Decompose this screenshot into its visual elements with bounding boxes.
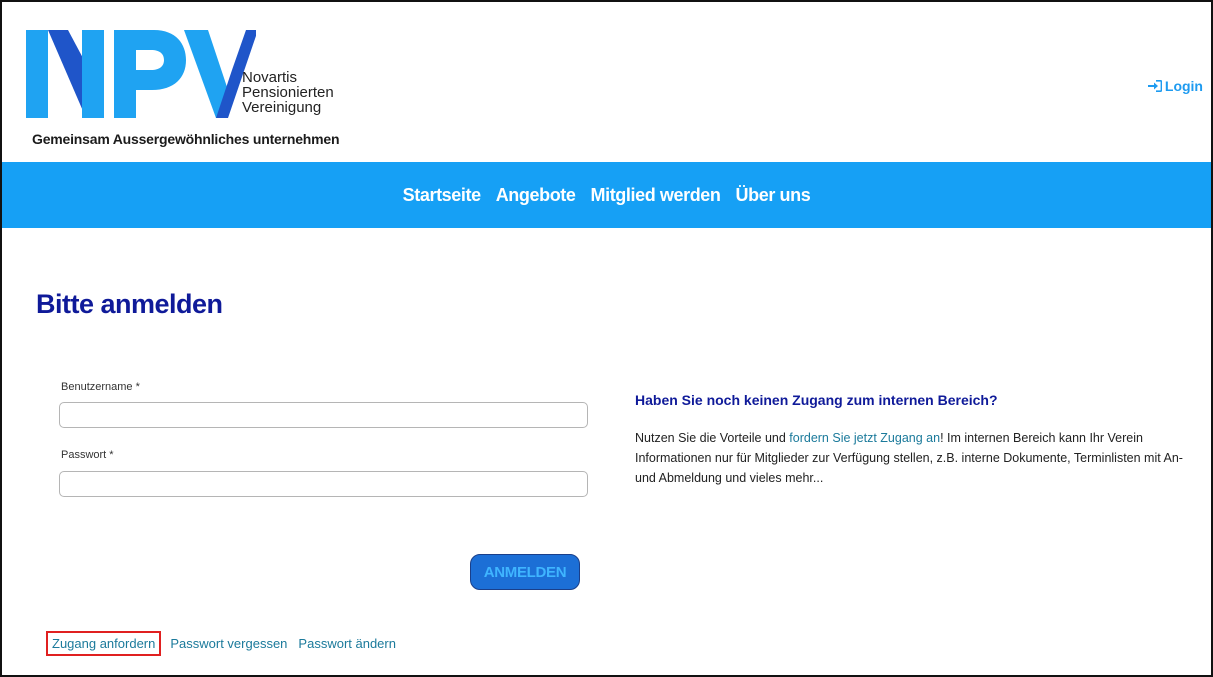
- logo-line-3: Vereinigung: [242, 99, 322, 116]
- login-submit-button[interactable]: ANMELDEN: [470, 554, 580, 590]
- access-info-panel: Haben Sie noch keinen Zugang zum interne…: [635, 392, 1195, 488]
- logo-tagline: Gemeinsam Aussergewöhnliches unternehmen: [32, 131, 340, 147]
- request-access-inline-link[interactable]: fordern Sie jetzt Zugang an: [789, 431, 940, 445]
- site-header: Novartis Pensionierten Vereinigung Gemei…: [2, 2, 1211, 162]
- access-info-heading: Haben Sie noch keinen Zugang zum interne…: [635, 392, 998, 408]
- login-label: Login: [1164, 78, 1203, 94]
- nav-item-angebote[interactable]: Angebote: [496, 185, 576, 206]
- npv-logo[interactable]: Novartis Pensionierten Vereinigung Gemei…: [26, 30, 356, 152]
- account-links: Zugang anfordern Passwort vergessen Pass…: [45, 631, 396, 656]
- forgot-password-link[interactable]: Passwort vergessen: [170, 636, 287, 651]
- request-access-link[interactable]: Zugang anfordern: [45, 631, 162, 656]
- password-input[interactable]: [59, 471, 588, 497]
- logo-wordmark: Novartis Pensionierten Vereinigung: [242, 70, 334, 115]
- page-title: Bitte anmelden: [36, 289, 223, 319]
- main-nav: Startseite Angebote Mitglied werden Über…: [2, 162, 1211, 228]
- nav-item-mitglied-werden[interactable]: Mitglied werden: [591, 185, 721, 206]
- page-frame: Novartis Pensionierten Vereinigung Gemei…: [0, 0, 1213, 677]
- username-label: Benutzername *: [61, 381, 140, 393]
- logo-line-2: Pensionierten: [242, 84, 334, 101]
- nav-item-startseite[interactable]: Startseite: [403, 185, 481, 206]
- logo-letters: [26, 30, 256, 118]
- logo-line-1: Novartis: [242, 69, 298, 86]
- username-input[interactable]: [59, 402, 588, 428]
- access-info-text-before: Nutzen Sie die Vorteile und: [635, 431, 790, 445]
- access-info-text: Nutzen Sie die Vorteile und fordern Sie …: [635, 428, 1195, 488]
- nav-item-ueber-uns[interactable]: Über uns: [736, 185, 811, 206]
- password-label: Passwort *: [61, 449, 114, 461]
- sign-in-icon: [1147, 80, 1162, 92]
- change-password-link[interactable]: Passwort ändern: [298, 636, 396, 651]
- login-link[interactable]: Login: [1147, 78, 1203, 94]
